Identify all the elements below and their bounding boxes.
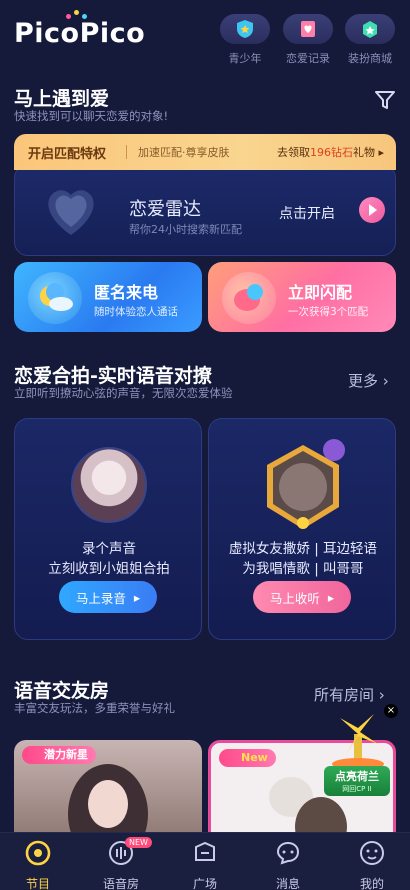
meet-subtitle: 快速找到可以聊天恋爱的对象! [14, 109, 169, 123]
flash-match-card[interactable]: 立即闪配 一次获得3个匹配 [208, 262, 396, 332]
tab-profile[interactable]: 我的 [342, 839, 402, 890]
tab-voice-room[interactable]: NEW 语音房 [91, 837, 152, 890]
dress-shop-label: 装扮商城 [348, 52, 392, 65]
room-cover-image [68, 764, 148, 840]
close-icon[interactable]: × [384, 704, 398, 718]
app-logo: PicoPico [14, 10, 145, 49]
programs-icon [25, 840, 51, 866]
tab-programs-label: 节目 [25, 877, 50, 890]
radar-play-button[interactable] [359, 197, 385, 223]
voice-rooms-subtitle: 丰富交友玩法，多重荣誉与好礼 [14, 701, 175, 715]
avatar [71, 447, 147, 523]
anon-call-title: 匿名来电 [94, 283, 159, 302]
room-tag: New [219, 749, 276, 767]
love-record-button[interactable]: 恋爱记录 [281, 14, 335, 66]
dress-shop-button[interactable]: 装扮商城 [343, 14, 397, 66]
meet-title: 马上遇到爱 [14, 88, 110, 110]
listen-card[interactable]: 虚拟女友撒娇 | 耳边轻语 为我唱情歌 | 叫哥哥 马上收听 ▸ [208, 418, 396, 640]
all-rooms-link[interactable]: 所有房间 › [314, 684, 385, 705]
tab-voice-room-label: 语音房 [102, 877, 139, 890]
anon-call-subtitle: 随时体验恋人通话 [94, 306, 178, 318]
flash-chat-icon [222, 272, 276, 324]
privilege-divider [126, 145, 127, 159]
love-radar-card[interactable]: 恋爱雷达 帮你24小时搜索新匹配 点击开启 [14, 164, 396, 256]
square-icon [195, 841, 215, 861]
tab-square[interactable]: 广场 [175, 839, 235, 890]
flash-match-subtitle: 一次获得3个匹配 [288, 306, 369, 318]
message-icon [276, 841, 300, 865]
moon-cloud-icon [28, 272, 82, 324]
duet-title: 恋爱合拍-实时语音对撩 [14, 365, 212, 387]
heart-radar-icon [48, 190, 94, 235]
duet-more-link[interactable]: 更多 › [348, 370, 389, 391]
tab-profile-label: 我的 [359, 877, 384, 890]
record-voice-card[interactable]: 录个声音 立刻收到小姐姐合拍 马上录音 ▸ [14, 418, 202, 640]
radar-subtitle: 帮你24小时搜索新匹配 [129, 223, 242, 236]
privilege-bar[interactable]: 开启匹配特权 加速匹配·尊享皮肤 去领取196钻石礼物 ▸ [14, 134, 396, 170]
listen-line2: 为我唱情歌 | 叫哥哥 [242, 561, 364, 577]
dress-shop-icon [363, 21, 377, 38]
love-record-icon [301, 21, 315, 37]
flash-match-title: 立即闪配 [288, 283, 353, 302]
chevron-right-icon: › [378, 686, 385, 704]
teen-mode-label: 青少年 [228, 52, 262, 65]
privilege-perks: 加速匹配·尊享皮肤 [138, 146, 230, 159]
room-tag: 潜力新星 [22, 746, 96, 764]
record-line2: 立刻收到小姐姐合拍 [48, 561, 170, 577]
anon-call-card[interactable]: 匿名来电 随时体验恋人通话 [14, 262, 202, 332]
radar-action-label: 点击开启 [279, 206, 335, 222]
filter-icon[interactable] [374, 90, 396, 110]
promo-widget[interactable]: 点亮荷兰网回CP II × [322, 704, 398, 800]
teen-mode-button[interactable]: 青少年 [218, 14, 272, 66]
windmill-icon [332, 714, 384, 770]
duet-subtitle: 立即听到撩动心弦的声音，无限次恋爱体验 [14, 386, 233, 400]
voice-rooms-title: 语音交友房 [14, 680, 110, 702]
profile-icon [360, 841, 384, 865]
listen-button[interactable]: 马上收听 ▸ [253, 581, 351, 613]
record-line1: 录个声音 [82, 541, 136, 557]
radar-title: 恋爱雷达 [129, 199, 201, 220]
love-record-label: 恋爱记录 [286, 52, 330, 65]
new-badge: NEW [125, 837, 152, 848]
music-badge-icon [323, 439, 345, 461]
bottom-nav: 节目 NEW 语音房 广场 消息 我的 [0, 832, 410, 890]
listen-line1: 虚拟女友撒娇 | 耳边轻语 [228, 541, 378, 557]
privilege-title: 开启匹配特权 [28, 147, 107, 162]
tab-programs[interactable]: 节目 [8, 839, 68, 890]
shield-icon [237, 20, 253, 38]
tab-square-label: 广场 [192, 877, 217, 890]
promo-sub: 网回CP II [342, 785, 372, 793]
privilege-claim[interactable]: 去领取196钻石礼物 ▸ [277, 144, 384, 160]
tab-messages[interactable]: 消息 [258, 839, 318, 890]
promo-title: 点亮荷兰 [335, 770, 379, 783]
record-button[interactable]: 马上录音 ▸ [59, 581, 157, 613]
tab-messages-label: 消息 [275, 877, 300, 890]
chevron-right-icon: › [382, 372, 389, 390]
room-card[interactable]: 潜力新星 [14, 740, 202, 840]
